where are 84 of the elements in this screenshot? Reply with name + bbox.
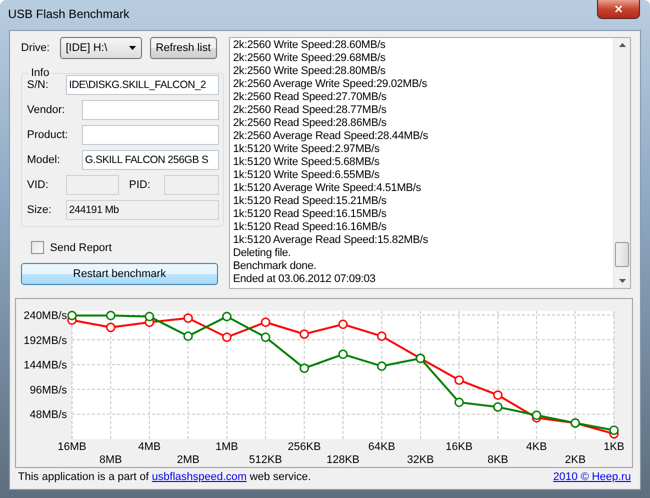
- field-label: S/N:: [27, 79, 50, 91]
- log-line: 2k:2560 Read Speed:27.70MB/s: [233, 91, 388, 104]
- log-line: 2k:2560 Read Speed:28.77MB/s: [233, 104, 388, 117]
- log-line: 1k:5120 Write Speed:5.68MB/s: [233, 156, 380, 169]
- data-point: [106, 322, 116, 332]
- data-point: [454, 375, 464, 385]
- data-point: [454, 398, 464, 408]
- footer-text: This application is a part of usbflashspeed.com web service.: [18, 471, 311, 483]
- log-line: 2k:2560 Write Speed:29.68MB/s: [233, 52, 386, 65]
- data-point: [493, 402, 503, 412]
- scroll-down-icon[interactable]: [619, 279, 626, 283]
- x-axis-label: 16KB: [446, 441, 473, 453]
- refresh-list-button[interactable]: Refresh list: [150, 37, 217, 59]
- log-line: 1k:5120 Average Read Speed:15.82MB/s: [233, 234, 430, 247]
- log-line: 2k:2560 Average Write Speed:29.02MB/s: [233, 78, 428, 91]
- x-axis-label: 8MB: [99, 454, 122, 466]
- field-label: VID:: [27, 179, 50, 191]
- x-axis-label: 32KB: [406, 454, 434, 466]
- x-axis-label: 16MB: [58, 441, 86, 453]
- y-axis-label: 96MB/s: [30, 384, 67, 396]
- data-point: [532, 410, 542, 420]
- data-point: [183, 331, 193, 341]
- log-line: 1k:5120 Read Speed:16.16MB/s: [233, 221, 388, 234]
- text-field[interactable]: [82, 125, 219, 145]
- drive-dropdown[interactable]: [IDE] H:\: [60, 37, 142, 59]
- window-title: USB Flash Benchmark: [8, 7, 130, 21]
- x-axis-label: 2KB: [564, 454, 586, 466]
- log-line: Ended at 03.06.2012 07:09:03: [233, 273, 376, 286]
- send-report-checkbox[interactable]: [31, 241, 44, 254]
- group-title: Info: [30, 67, 50, 79]
- restart-benchmark-button[interactable]: Restart benchmark: [21, 263, 218, 285]
- text-field[interactable]: G.SKILL FALCON 256GB S: [82, 150, 219, 170]
- x-axis-label: 256KB: [288, 441, 321, 453]
- data-point: [300, 329, 310, 339]
- x-axis-label: 4KB: [526, 441, 547, 453]
- data-point: [222, 332, 232, 342]
- log-line: 2k:2560 Read Speed:28.86MB/s: [233, 117, 388, 130]
- field-label: Model:: [27, 154, 62, 166]
- close-button[interactable]: ✕: [597, 0, 640, 19]
- data-point: [493, 390, 503, 400]
- log-line: Deleting file.: [233, 247, 292, 260]
- data-point: [376, 361, 386, 371]
- website-link[interactable]: usbflashspeed.com: [152, 471, 247, 483]
- log-line: 1k:5120 Read Speed:16.15MB/s: [233, 208, 388, 221]
- scrollbar[interactable]: [613, 38, 630, 288]
- field-label: Size:: [27, 204, 52, 216]
- x-axis-label: 1KB: [604, 441, 624, 453]
- data-point: [376, 331, 386, 341]
- log-line: 2k:2560 Write Speed:28.60MB/s: [233, 39, 386, 52]
- log-line: 1k:5120 Write Speed:2.97MB/s: [233, 143, 380, 156]
- y-axis-label: 144MB/s: [24, 360, 67, 372]
- text-field[interactable]: [82, 100, 219, 120]
- log-line: 1k:5120 Write Speed:6.55MB/s: [233, 169, 380, 182]
- y-axis-label: 240MB/s: [24, 310, 67, 322]
- log-line: 2k:2560 Write Speed:28.80MB/s: [233, 65, 386, 78]
- x-axis-label: 2MB: [176, 454, 200, 466]
- field-label: PID:: [129, 179, 152, 191]
- y-axis-label: 48MB/s: [30, 409, 67, 422]
- log-line: 1k:5120 Read Speed:15.21MB/s: [233, 195, 388, 208]
- log-line: 2k:2560 Average Read Speed:28.44MB/s: [233, 130, 430, 143]
- drive-label: Drive:: [21, 42, 50, 54]
- data-point: [338, 320, 348, 330]
- x-axis-label: 512KB: [249, 454, 282, 466]
- x-axis-label: 1MB: [216, 441, 238, 453]
- dropdown-arrow-icon: [128, 46, 136, 50]
- text-field[interactable]: IDE\DISKG.SKILL_FALCON_2: [66, 75, 219, 95]
- copyright-link[interactable]: 2010 © Heep.ru: [553, 471, 631, 483]
- data-point: [338, 350, 348, 360]
- log-area[interactable]: [229, 37, 631, 289]
- log-line: Benchmark done.: [233, 260, 318, 273]
- x-axis-label: 4MB: [138, 441, 161, 453]
- x-axis-label: 64KB: [368, 441, 396, 453]
- data-point: [260, 317, 270, 327]
- data-point: [300, 363, 310, 373]
- y-axis-label: 192MB/s: [24, 334, 67, 347]
- send-report-label: Send Report: [50, 242, 112, 254]
- field-label: Vendor:: [27, 104, 66, 116]
- scroll-up-icon[interactable]: [619, 43, 626, 47]
- log-line: 1k:5120 Average Write Speed:4.51MB/s: [233, 182, 422, 195]
- x-axis-label: 8KB: [487, 454, 508, 466]
- data-point: [260, 332, 270, 342]
- x-axis-label: 128KB: [326, 454, 360, 466]
- field-label: Product:: [27, 129, 69, 141]
- scroll-thumb[interactable]: [615, 242, 629, 267]
